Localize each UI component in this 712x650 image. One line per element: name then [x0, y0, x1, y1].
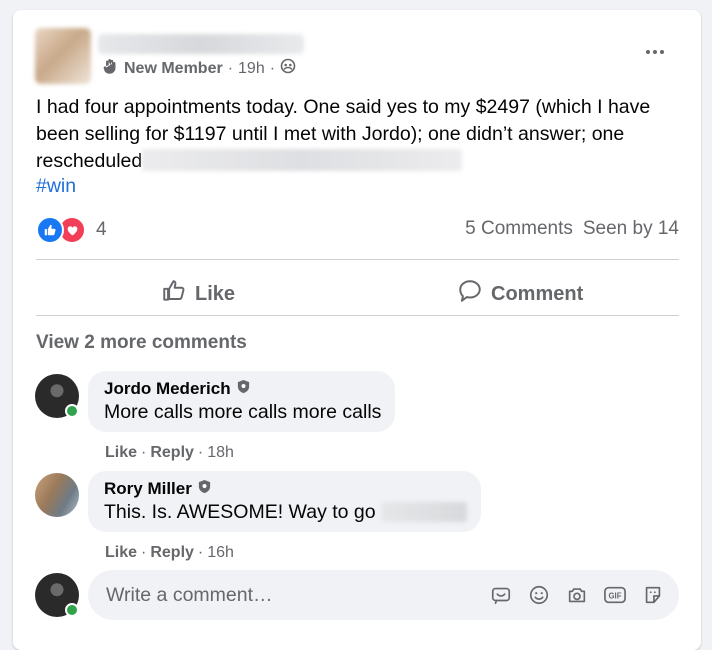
reaction-count: 4 [96, 219, 107, 240]
hashtag-link[interactable]: #win [36, 175, 76, 198]
current-user-avatar-wrap[interactable] [35, 573, 79, 617]
online-status-indicator [65, 404, 79, 418]
commenter-avatar-wrap[interactable] [35, 473, 79, 517]
post-stats: 5 Comments Seen by 14 [465, 218, 679, 240]
separator: · [197, 544, 204, 561]
seen-by[interactable]: Seen by 14 [583, 218, 679, 240]
comment-bubble-icon [457, 278, 483, 310]
comment-text-content: This. Is. AWESOME! Way to go [104, 501, 376, 523]
comment-author[interactable]: Jordo Mederich [104, 379, 381, 399]
post-card: New Member · 19h · I had four appointmen… [13, 10, 701, 650]
comment-time[interactable]: 16h [207, 544, 234, 562]
gif-label: GIF [609, 592, 622, 601]
admin-shield-icon [236, 379, 251, 399]
view-more-comments-link[interactable]: View 2 more comments [36, 332, 247, 354]
author-name-redacted[interactable] [98, 34, 304, 54]
comment-label: Comment [491, 282, 584, 305]
member-role: New Member [124, 59, 223, 77]
divider [36, 315, 679, 316]
emoji-icon[interactable] [527, 583, 551, 607]
comments-count[interactable]: 5 Comments [465, 218, 573, 240]
author-avatar[interactable] [35, 28, 91, 84]
comment-author-name[interactable]: Rory Miller [104, 479, 192, 499]
comment-like-button[interactable]: Like [105, 544, 137, 562]
comment-text: More calls more calls more calls [104, 401, 382, 423]
comment-actions: Like · Reply · 16h [105, 544, 234, 562]
like-reaction-icon [36, 216, 64, 244]
meta-separator: · [269, 59, 276, 77]
thumbs-up-icon [161, 278, 187, 310]
comment-bubble: Jordo Mederich More calls more calls mor… [88, 371, 396, 432]
separator: · [141, 544, 147, 561]
more-options-button[interactable] [639, 42, 671, 62]
sticker-face-icon[interactable] [489, 583, 513, 607]
post-body: I had four appointments today. One said … [36, 94, 686, 175]
commenter-avatar[interactable] [35, 473, 79, 517]
post-meta: New Member · 19h · [101, 57, 296, 80]
separator: · [141, 444, 147, 461]
dot [646, 50, 650, 54]
commenter-avatar-wrap[interactable] [35, 374, 79, 418]
composer-icons: GIF [489, 583, 665, 607]
dot [653, 50, 657, 54]
like-button[interactable]: Like [161, 272, 235, 316]
separator: · [197, 444, 204, 461]
meta-separator: · [227, 59, 234, 77]
audience-group-icon[interactable] [280, 58, 296, 79]
redacted-text [142, 149, 463, 171]
dot [660, 50, 664, 54]
comment-time[interactable]: 18h [207, 444, 234, 462]
comment-actions: Like · Reply · 18h [105, 444, 234, 462]
divider [36, 259, 679, 260]
comment-placeholder[interactable]: Write a comment… [106, 584, 273, 607]
comment-like-button[interactable]: Like [105, 444, 137, 462]
comment-author[interactable]: Rory Miller [104, 479, 467, 499]
gif-icon[interactable]: GIF [603, 583, 627, 607]
sticker-icon[interactable] [641, 583, 665, 607]
admin-shield-icon [197, 479, 212, 499]
like-label: Like [195, 282, 236, 305]
comment-author-name[interactable]: Jordo Mederich [104, 379, 231, 399]
comment-button[interactable]: Comment [457, 272, 583, 316]
comment-input[interactable]: Write a comment… GIF [88, 570, 679, 620]
redacted-mention [381, 502, 468, 522]
online-status-indicator [65, 603, 79, 617]
comment-bubble: Rory Miller This. Is. AWESOME! Way to go [88, 471, 482, 532]
comment-reply-button[interactable]: Reply [150, 544, 194, 562]
comment-text: This. Is. AWESOME! Way to go [104, 501, 468, 524]
post-time[interactable]: 19h [238, 60, 265, 78]
camera-icon[interactable] [565, 583, 589, 607]
comment-reply-button[interactable]: Reply [150, 444, 194, 462]
wave-hand-icon [101, 57, 119, 80]
reactions-summary[interactable]: 4 [36, 216, 107, 244]
